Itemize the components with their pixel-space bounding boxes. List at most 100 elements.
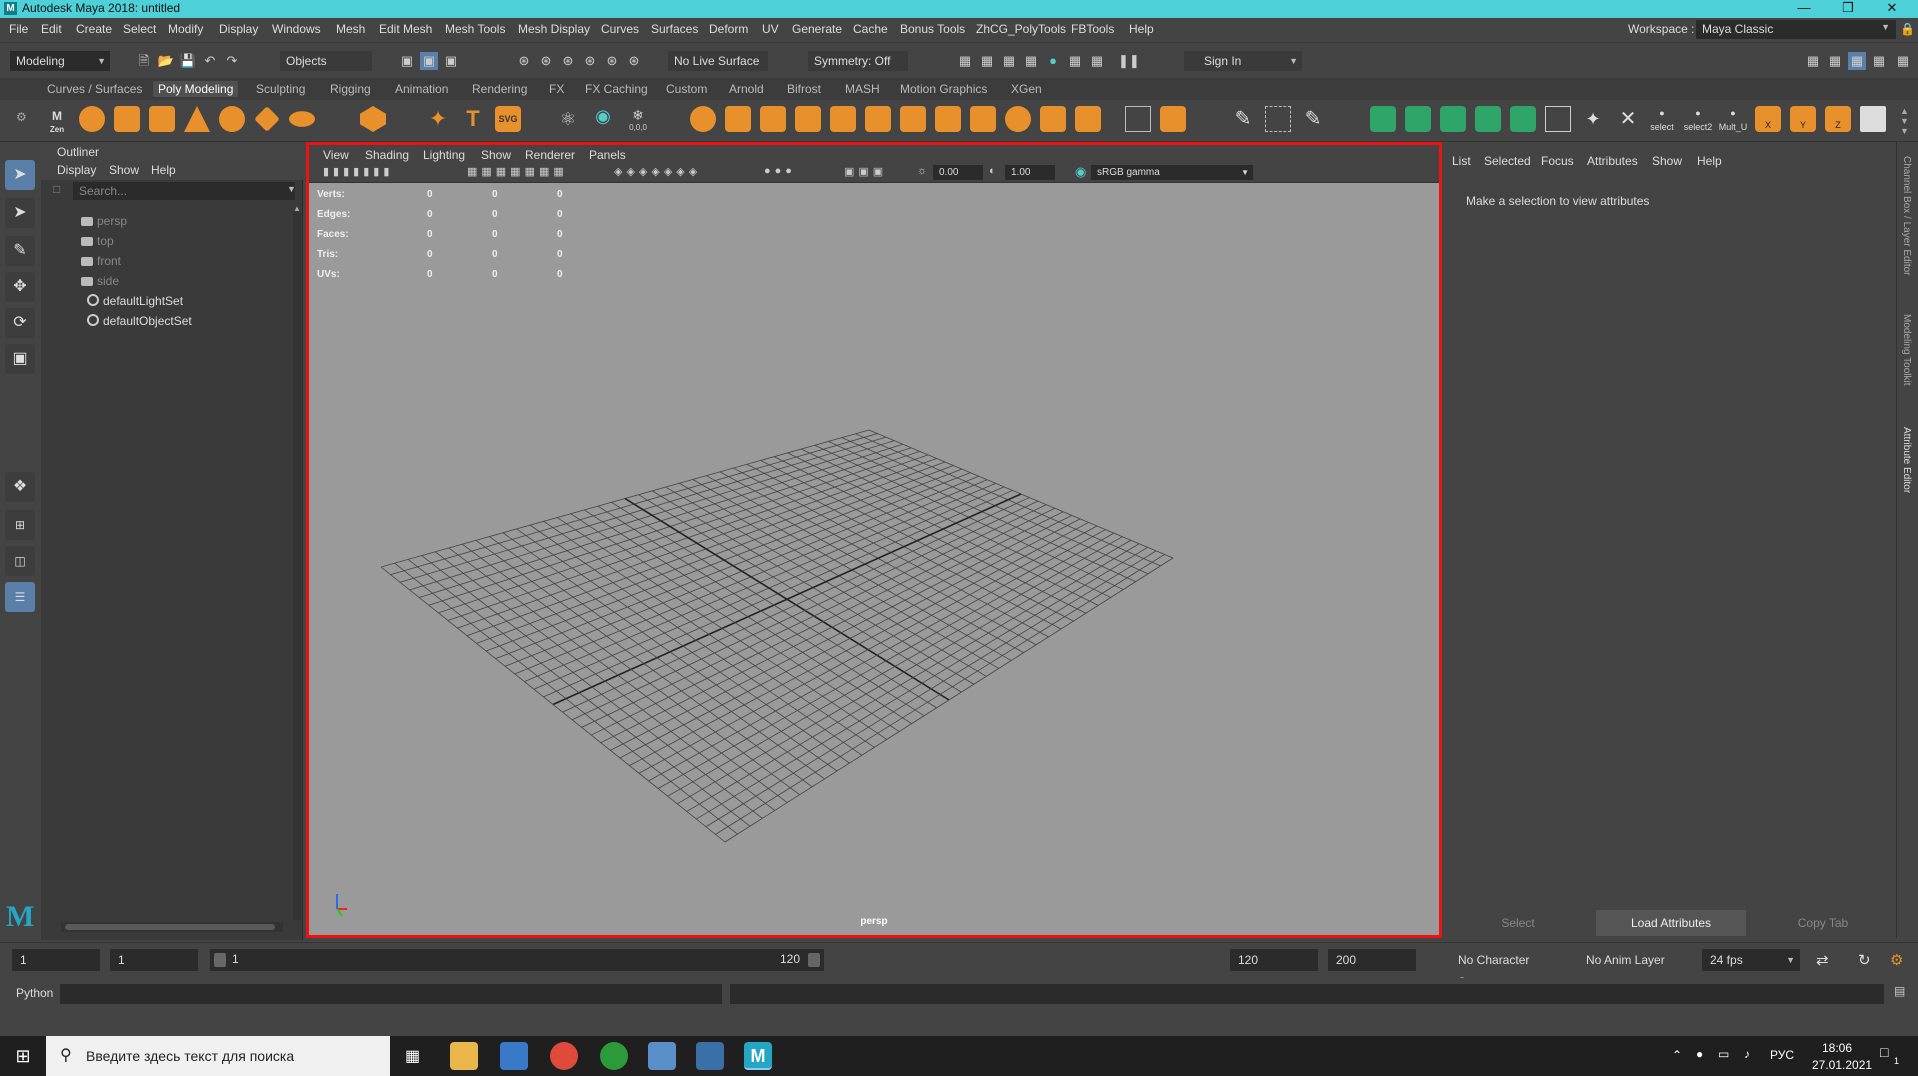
tab-fx-caching[interactable]: FX Caching (580, 81, 653, 97)
menu-zhcg-polytools[interactable]: ZhCG_PolyTools (976, 22, 1066, 36)
tab-rigging[interactable]: Rigging (325, 81, 376, 97)
fill-hole-icon[interactable] (935, 106, 961, 132)
offset-edge-loop-icon[interactable] (1160, 106, 1186, 132)
scrollbar-thumb[interactable] (65, 924, 275, 930)
outliner-horizontal-scrollbar[interactable] (61, 922, 283, 932)
character-set-dropdown[interactable]: No Character Set (1450, 949, 1555, 989)
toggle-modeling-toolkit-icon[interactable]: ▦ (1804, 52, 1822, 70)
super-shape-icon[interactable]: ✦ (425, 106, 451, 132)
multi-cut-icon[interactable] (1005, 106, 1031, 132)
maya-taskbar-icon[interactable]: M (744, 1042, 772, 1070)
colorspace-dropdown[interactable]: sRGB gamma ▼ (1091, 165, 1253, 180)
attr-menu-help[interactable]: Help (1697, 154, 1722, 168)
lasso-tool-icon[interactable]: ➤ (5, 198, 35, 228)
tab-xgen[interactable]: XGen (1006, 81, 1047, 97)
perspective-grid[interactable] (309, 183, 1439, 935)
poly-plane-icon[interactable] (254, 106, 280, 132)
poly-cube-icon[interactable] (114, 106, 140, 132)
sign-in-dropdown[interactable]: Sign In ▼ (1184, 51, 1302, 71)
outliner-vertical-scrollbar[interactable]: ▲ (293, 204, 301, 920)
command-input[interactable] (60, 984, 722, 1004)
tab-attribute-editor[interactable]: Attribute Editor (1901, 427, 1912, 493)
mirror-x-icon[interactable]: X (1755, 106, 1781, 132)
menu-surfaces[interactable]: Surfaces (651, 22, 698, 36)
start-time-field[interactable]: 1 (12, 949, 100, 971)
insert-edge-loop-icon[interactable] (1075, 106, 1101, 132)
close-icon[interactable]: ✕ (1872, 0, 1912, 18)
command-language-label[interactable]: Python (16, 986, 53, 1000)
menu-generate[interactable]: Generate (792, 22, 842, 36)
render-frame-icon[interactable]: ▦ (1000, 52, 1018, 70)
platonic-solid-icon[interactable] (360, 106, 386, 132)
uv-editor-icon[interactable] (1370, 106, 1396, 132)
live-surface-field[interactable]: No Live Surface (668, 51, 768, 71)
menu-modify[interactable]: Modify (168, 22, 203, 36)
task-view-icon[interactable]: ▦ (405, 1046, 420, 1066)
menu-windows[interactable]: Windows (272, 22, 321, 36)
restore-icon[interactable]: ❐ (1828, 0, 1868, 18)
exposure-field[interactable]: 0.00 (933, 165, 983, 180)
four-view-layout-icon[interactable]: ⊞ (5, 510, 35, 540)
script-editor-icon[interactable]: ▤ (1894, 984, 1905, 998)
tab-custom[interactable]: Custom (661, 81, 712, 97)
anim-preferences-icon[interactable]: ⚙ (1890, 951, 1903, 969)
render-view-icon[interactable]: ▦ (978, 52, 996, 70)
attr-menu-selected[interactable]: Selected (1484, 154, 1531, 168)
automatic-map-icon[interactable] (1475, 106, 1501, 132)
loop-icon[interactable]: ⇄ (1816, 951, 1829, 969)
outliner-item-side[interactable]: side (81, 272, 119, 290)
taskbar-search-input[interactable]: ⚲ Введите здесь текст для поиска (46, 1036, 390, 1076)
outliner-item-top[interactable]: top (81, 232, 114, 250)
viewport-menu-view[interactable]: View (323, 148, 349, 162)
center-pivot-icon[interactable]: ◉ (590, 106, 616, 132)
viewport-menu-shading[interactable]: Shading (365, 148, 409, 162)
menu-cache[interactable]: Cache (853, 22, 888, 36)
single-perspective-layout-icon[interactable]: ❖ (5, 472, 35, 502)
menu-bonus-tools[interactable]: Bonus Tools (900, 22, 965, 36)
clock-time[interactable]: 18:06 (1822, 1041, 1852, 1055)
extrude-icon[interactable] (830, 106, 856, 132)
select2-script-icon[interactable]: ● select2 (1683, 106, 1713, 132)
outliner-item-defaultlightset[interactable]: defaultLightSet (83, 292, 183, 310)
select-tool-icon[interactable]: ➤ (5, 160, 35, 190)
poly-disc-icon[interactable] (289, 111, 315, 127)
microphone-icon[interactable]: ● (1696, 1047, 1703, 1061)
tab-sculpting[interactable]: Sculpting (251, 81, 310, 97)
workspace-dropdown[interactable]: Maya Classic ▼ (1696, 20, 1896, 39)
planar-map-icon[interactable] (1405, 106, 1431, 132)
range-handle-end[interactable] (808, 953, 820, 967)
delete-history-icon[interactable]: ✕ (1615, 106, 1641, 132)
outliner-menu-display[interactable]: Display (57, 163, 96, 177)
viewport-menu-panels[interactable]: Panels (589, 148, 626, 162)
open-scene-icon[interactable]: 📂 (157, 52, 175, 70)
select-object-icon[interactable]: ▣ (420, 52, 438, 70)
snap-projected-icon[interactable]: ⊛ (581, 52, 599, 70)
type-tool-icon[interactable]: T (460, 106, 486, 132)
load-attributes-button[interactable]: Load Attributes (1596, 910, 1746, 936)
unfold-icon[interactable] (1510, 106, 1536, 132)
range-slider[interactable]: 1 120 (210, 949, 824, 971)
file-explorer-icon[interactable] (450, 1042, 478, 1070)
mirror-y-icon[interactable]: Y (1790, 106, 1816, 132)
pause-icon[interactable]: ❚❚ (1118, 52, 1140, 70)
range-handle-start[interactable] (214, 953, 226, 967)
boolean-icon[interactable] (725, 106, 751, 132)
attr-menu-show[interactable]: Show (1652, 154, 1682, 168)
chrome-icon[interactable] (550, 1042, 578, 1070)
snap-curve-icon[interactable]: ⊛ (537, 52, 555, 70)
fps-dropdown[interactable]: 24 fps ▼ (1702, 949, 1800, 971)
redo-icon[interactable]: ↷ (223, 52, 241, 70)
bridge-icon[interactable] (865, 106, 891, 132)
undo-icon[interactable]: ↶ (201, 52, 219, 70)
paint-select-tool-icon[interactable]: ✎ (5, 236, 35, 266)
select-component-icon[interactable]: ▣ (442, 52, 460, 70)
menu-curves[interactable]: Curves (601, 22, 639, 36)
lighting-modes-icon[interactable]: ●●● (764, 165, 796, 177)
lock-icon[interactable]: 🔒 (1900, 22, 1915, 36)
poly-cone-icon[interactable] (184, 106, 210, 132)
edit-pencil-icon[interactable]: ✎ (1230, 106, 1256, 132)
viewport-menu-lighting[interactable]: Lighting (423, 148, 465, 162)
render-setup-icon[interactable]: ▦ (1066, 52, 1084, 70)
outliner-item-persp[interactable]: persp (81, 212, 127, 230)
append-polygon-icon[interactable] (970, 106, 996, 132)
